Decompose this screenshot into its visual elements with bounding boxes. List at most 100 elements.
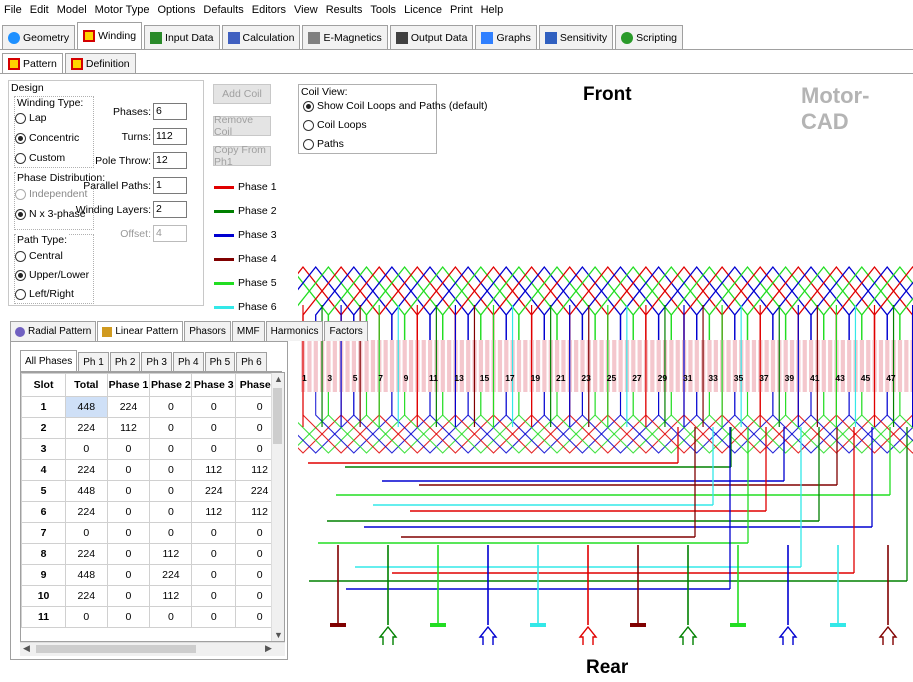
table-cell[interactable]: 0 [191,606,237,628]
table-cell[interactable]: 0 [106,501,151,523]
table-cell[interactable]: 224 [65,543,108,565]
slot-cell[interactable]: 9 [21,564,67,586]
tab-ph-6[interactable]: Ph 6 [236,352,267,371]
slot-cell[interactable]: 3 [21,438,67,460]
tab-linear-pattern[interactable]: Linear Pattern [97,321,184,341]
tab-scripting[interactable]: Scripting [615,25,683,49]
table-cell[interactable]: 0 [106,564,151,586]
scroll-up-icon[interactable]: ▲ [274,374,283,384]
menu-editors[interactable]: Editors [252,4,286,16]
table-cell[interactable]: 0 [191,585,237,607]
table-cell[interactable]: 448 [65,396,108,418]
menu-results[interactable]: Results [326,4,363,16]
input-winding-layers[interactable]: 2 [153,201,187,218]
table-cell[interactable]: 224 [65,501,108,523]
table-row[interactable]: 2 224 112 0 0 0 [21,417,284,439]
tab-geometry[interactable]: Geometry [2,25,76,49]
menu-licence[interactable]: Licence [404,4,442,16]
slot-cell[interactable]: 10 [21,585,67,607]
table-cell[interactable]: 0 [191,543,237,565]
tab-ph-1[interactable]: Ph 1 [78,352,109,371]
table-cell[interactable]: 0 [106,543,151,565]
menu-motor-type[interactable]: Motor Type [95,4,150,16]
table-cell[interactable]: 0 [191,396,237,418]
table-row[interactable]: 8 224 0 112 0 0 [21,543,284,565]
table-cell[interactable]: 0 [149,501,193,523]
input-pole-throw[interactable]: 12 [153,152,187,169]
tab-factors[interactable]: Factors [324,321,368,341]
table-row[interactable]: 10 224 0 112 0 0 [21,585,284,607]
slot-cell[interactable]: 4 [21,459,67,481]
tab-winding[interactable]: Winding [77,22,143,49]
table-cell[interactable]: 112 [191,459,237,481]
table-cell[interactable]: 224 [149,564,193,586]
slot-cell[interactable]: 7 [21,522,67,544]
menu-edit[interactable]: Edit [30,4,49,16]
table-cell[interactable]: 0 [106,480,151,502]
tab-calculation[interactable]: Calculation [221,25,301,49]
input-turns[interactable]: 112 [153,128,187,145]
table-cell[interactable]: 0 [191,522,237,544]
table-cell[interactable]: 112 [191,501,237,523]
radio-left-right[interactable]: Left/Right [15,288,74,300]
table-row[interactable]: 9 448 0 224 0 0 [21,564,284,586]
slot-cell[interactable]: 8 [21,543,67,565]
input-parallel-paths[interactable]: 1 [153,177,187,194]
tab-mmf[interactable]: MMF [231,321,265,341]
table-cell[interactable]: 0 [191,417,237,439]
table-vertical-scroll-thumb[interactable] [273,388,282,444]
table-cell[interactable]: 0 [191,438,237,460]
table-cell[interactable]: 0 [65,522,108,544]
table-cell[interactable]: 448 [65,480,108,502]
remove-coil-button[interactable]: Remove Coil [213,114,271,138]
table-cell[interactable]: 0 [106,522,151,544]
menu-file[interactable]: File [4,4,22,16]
scroll-left-icon[interactable]: ◀ [23,643,30,654]
table-cell[interactable]: 112 [149,543,193,565]
tab-graphs[interactable]: Graphs [475,25,537,49]
table-cell[interactable]: 224 [191,480,237,502]
table-cell[interactable]: 0 [149,480,193,502]
menu-tools[interactable]: Tools [370,4,396,16]
subtab-definition[interactable]: Definition [64,53,136,73]
tab-radial-pattern[interactable]: Radial Pattern [10,321,97,341]
slot-cell[interactable]: 6 [21,501,67,523]
tab-sensitivity[interactable]: Sensitivity [538,25,614,49]
slot-cell[interactable]: 5 [21,480,67,502]
table-cell[interactable]: 0 [149,417,193,439]
table-cell[interactable]: 0 [149,522,193,544]
table-cell[interactable]: 224 [65,459,108,481]
tab-output-data[interactable]: Output Data [389,25,474,49]
table-cell[interactable]: 0 [106,606,151,628]
table-cell[interactable]: 0 [106,585,151,607]
table-cell[interactable]: 0 [65,438,108,460]
slot-cell[interactable]: 11 [21,606,67,628]
table-cell[interactable]: 0 [191,564,237,586]
table-cell[interactable]: 224 [65,585,108,607]
tab-phasors[interactable]: Phasors [184,321,231,341]
tab-all-phases[interactable]: All Phases [20,350,78,371]
table-cell[interactable]: 0 [106,459,151,481]
tab-input-data[interactable]: Input Data [144,25,220,49]
radio-paths[interactable]: Paths [303,138,344,150]
tab-ph-3[interactable]: Ph 3 [141,352,172,371]
radio-upper-lower[interactable]: Upper/Lower [15,269,89,281]
menu-help[interactable]: Help [481,4,504,16]
subtab-pattern[interactable]: Pattern [2,53,63,73]
table-cell[interactable]: 0 [106,438,151,460]
table-cell[interactable]: 112 [106,417,151,439]
radio-concentric[interactable]: Concentric [15,132,79,144]
tab-e-magnetics[interactable]: E-Magnetics [302,25,388,49]
table-row[interactable]: 11 0 0 0 0 0 [21,606,284,628]
table-row[interactable]: 300000 [21,438,284,460]
copy-from-ph1-button[interactable]: Copy From Ph1 [213,144,271,168]
radio-central[interactable]: Central [15,250,63,262]
table-row[interactable]: 1 448 224 0 0 0 [21,396,284,418]
table-row[interactable]: 6 224 0 0 112 112 [21,501,284,523]
slot-cell[interactable]: 2 [21,417,67,439]
menu-options[interactable]: Options [158,4,196,16]
slot-cell[interactable]: 1 [21,396,67,418]
tab-harmonics[interactable]: Harmonics [265,321,324,341]
table-cell[interactable]: 0 [65,606,108,628]
table-row[interactable]: 5 448 0 0 224 224 [21,480,284,502]
